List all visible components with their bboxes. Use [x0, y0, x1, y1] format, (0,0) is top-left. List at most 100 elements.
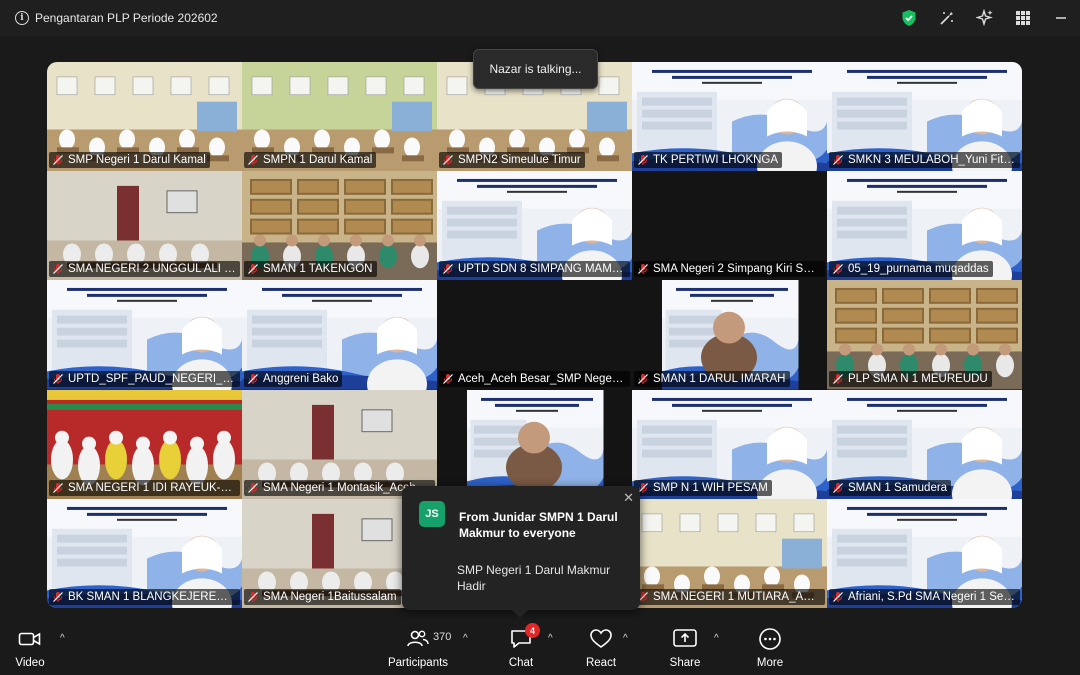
participant-tile[interactable]: SMAN 1 TAKENGON: [242, 171, 437, 281]
title-bar-actions: [890, 0, 1080, 36]
mic-muted-icon: [833, 482, 843, 493]
participant-nameplate: UPTD_SPF_PAUD_NEGERI_1_SIMEULUE: [49, 370, 240, 387]
mic-muted-icon: [248, 591, 258, 602]
share-options-chevron-icon[interactable]: ^: [714, 633, 719, 644]
participant-tile[interactable]: Anggreni Bako: [242, 280, 437, 390]
title-bar: i Pengantaran PLP Periode 202602: [0, 0, 1080, 36]
mic-muted-icon: [248, 264, 258, 275]
participant-nameplate: SMAN 1 Samudera: [829, 479, 952, 496]
video-options-chevron-icon[interactable]: ^: [60, 633, 65, 644]
participant-nameplate: Aceh_Aceh Besar_SMP Negeri 1 Darul Imara…: [439, 370, 630, 387]
mic-muted-icon: [833, 591, 843, 602]
participants-button[interactable]: Participants: [387, 619, 449, 675]
participant-name: UPTD_SPF_PAUD_NEGERI_1_SIMEULUE: [68, 372, 236, 385]
participant-tile[interactable]: SMA NEGERI 1 MUTIARA_ACEH TIMUR: [632, 498, 827, 608]
mic-muted-icon: [53, 264, 63, 275]
mic-muted-icon: [443, 155, 453, 166]
mic-muted-icon: [53, 482, 63, 493]
participant-tile[interactable]: SMA Negeri 1 Montasik_Aceh Besar: [242, 389, 437, 499]
participant-nameplate: SMA NEGERI 1 IDI RAYEUK-ACEH TIMUR: [49, 479, 240, 496]
minimize-icon[interactable]: [1042, 0, 1080, 36]
participant-nameplate: BK SMAN 1 BLANGKEJEREN_GAYO LUES: [49, 588, 240, 605]
chat-sender: From Junidar SMPN 1 Darul Makmur to ever…: [459, 510, 618, 540]
participant-tile[interactable]: PLP SMA N 1 MEUREUDU: [827, 280, 1022, 390]
participant-name: BK SMAN 1 BLANGKEJEREN_GAYO LUES: [68, 590, 236, 603]
ai-companion-icon[interactable]: [966, 0, 1004, 36]
info-icon[interactable]: i: [15, 11, 29, 25]
participant-tile[interactable]: SMA NEGERI 1 IDI RAYEUK-ACEH TIMUR: [47, 389, 242, 499]
participant-tile[interactable]: TK PERTIWI LHOKNGA: [632, 62, 827, 172]
apps-grid-icon[interactable]: [1004, 0, 1042, 36]
participants-count: 370: [433, 631, 452, 643]
participant-tile[interactable]: SMA NEGERI 2 UNGGUL ALI HASJMY: [47, 171, 242, 281]
react-button[interactable]: React: [585, 619, 617, 675]
participant-video: [437, 389, 632, 499]
participant-tile[interactable]: UPTD SDN 8 SIMPANG MAMPLAM: [437, 171, 632, 281]
participant-tile[interactable]: SMP N 1 WIH PESAM: [632, 389, 827, 499]
participant-nameplate: SMAN 1 DARUL IMARAH: [634, 370, 790, 387]
participant-tile[interactable]: SMAN 1 DARUL IMARAH: [632, 280, 827, 390]
participant-tile[interactable]: [437, 389, 632, 499]
participants-options-chevron-icon[interactable]: ^: [463, 633, 468, 644]
more-button[interactable]: More: [754, 619, 786, 675]
participant-tile[interactable]: SMKN 3 MEULABOH_Yuni Fitria: [827, 62, 1022, 172]
more-label: More: [756, 657, 784, 669]
participant-nameplate: SMPN2 Simeulue Timur: [439, 152, 585, 169]
participant-tile[interactable]: UPTD_SPF_PAUD_NEGERI_1_SIMEULUE: [47, 280, 242, 390]
mic-muted-icon: [833, 155, 843, 166]
annotate-icon[interactable]: [928, 0, 966, 36]
participant-name: SMP Negeri 1 Darul Kamal: [68, 154, 206, 167]
participant-name: Anggreni Bako: [263, 372, 339, 385]
participants-label: Participants: [387, 657, 449, 669]
meeting-title: Pengantaran PLP Periode 202602: [35, 11, 218, 25]
more-icon: [758, 623, 782, 655]
participant-name: SMA NEGERI 2 UNGGUL ALI HASJMY: [68, 263, 236, 276]
participant-tile[interactable]: SMPN 1 Darul Kamal: [242, 62, 437, 172]
participant-nameplate: Anggreni Bako: [244, 370, 343, 387]
participant-nameplate: SMA Negeri 2 Simpang Kiri Subulussalam: [634, 261, 825, 278]
participant-nameplate: SMA NEGERI 2 UNGGUL ALI HASJMY: [49, 261, 240, 278]
video-off-icon: [18, 623, 42, 655]
participant-name: Aceh_Aceh Besar_SMP Negeri 1 Darul Imara…: [458, 372, 626, 385]
participant-nameplate: SMAN 1 TAKENGON: [244, 261, 377, 278]
close-icon[interactable]: ✕: [623, 490, 634, 506]
participant-name: SMA Negeri 2 Simpang Kiri Subulussalam: [653, 263, 821, 276]
active-speaker-banner: Nazar is talking...: [473, 49, 598, 89]
participant-name: SMAN 1 DARUL IMARAH: [653, 372, 786, 385]
mic-muted-icon: [248, 482, 258, 493]
mic-muted-icon: [638, 264, 648, 275]
participant-tile[interactable]: BK SMAN 1 BLANGKEJEREN_GAYO LUES: [47, 498, 242, 608]
mic-muted-icon: [53, 155, 63, 166]
heart-icon: [589, 623, 613, 655]
mic-muted-icon: [638, 373, 648, 384]
participant-tile[interactable]: SMAN 1 Samudera: [827, 389, 1022, 499]
participant-name: SMKN 3 MEULABOH_Yuni Fitria: [848, 154, 1016, 167]
participant-nameplate: SMA NEGERI 1 MUTIARA_ACEH TIMUR: [634, 588, 825, 605]
participant-name: SMA NEGERI 1 MUTIARA_ACEH TIMUR: [653, 590, 821, 603]
participant-name: SMAN 1 TAKENGON: [263, 263, 373, 276]
participant-nameplate: PLP SMA N 1 MEUREUDU: [829, 370, 992, 387]
share-label: Share: [669, 657, 701, 669]
participant-tile[interactable]: Afriani, S.Pd SMA Negeri 1 Seunagan: [827, 498, 1022, 608]
participant-name: SMPN2 Simeulue Timur: [458, 154, 581, 167]
react-label: React: [585, 657, 617, 669]
mic-muted-icon: [443, 373, 453, 384]
react-options-chevron-icon[interactable]: ^: [623, 633, 628, 644]
meeting-stage: SMP Negeri 1 Darul Kamal SMPN 1 Darul Kam…: [0, 36, 1080, 619]
chat-options-chevron-icon[interactable]: ^: [548, 633, 553, 644]
chat-notification[interactable]: JS From Junidar SMPN 1 Darul Makmur to e…: [402, 486, 640, 618]
video-button[interactable]: Video: [10, 619, 50, 675]
participant-nameplate: SMP N 1 WIH PESAM: [634, 479, 772, 496]
participant-tile[interactable]: SMP Negeri 1 Darul Kamal: [47, 62, 242, 172]
share-button[interactable]: Share: [668, 619, 702, 675]
participant-nameplate: SMA Negeri 1Baitussalam: [244, 588, 401, 605]
mic-muted-icon: [833, 373, 843, 384]
participant-tile[interactable]: SMA Negeri 2 Simpang Kiri Subulussalam: [632, 171, 827, 281]
participant-nameplate: TK PERTIWI LHOKNGA: [634, 152, 783, 169]
participant-tile[interactable]: 05_19_purnama muqaddas: [827, 171, 1022, 281]
meeting-toolbar: Video ^ Participants 370 ^ Chat 4 ^ Reac…: [0, 619, 1080, 675]
mic-muted-icon: [53, 591, 63, 602]
security-shield-icon[interactable]: [890, 0, 928, 36]
participant-nameplate: UPTD SDN 8 SIMPANG MAMPLAM: [439, 261, 630, 278]
participant-tile[interactable]: Aceh_Aceh Besar_SMP Negeri 1 Darul Imara…: [437, 280, 632, 390]
